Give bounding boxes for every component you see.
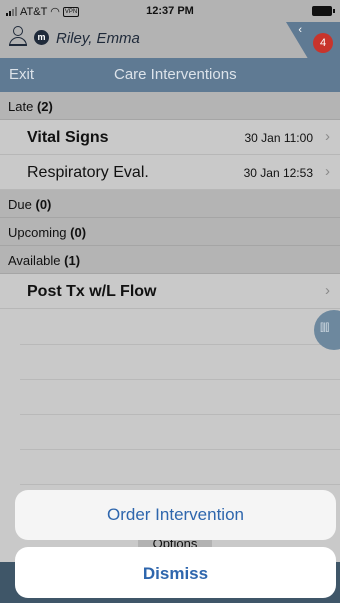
list-item[interactable]: Post Tx w/L Flow ›: [0, 274, 340, 309]
order-intervention-button[interactable]: Order Intervention: [15, 490, 336, 540]
section-count: (2): [36, 99, 53, 114]
section-label: Available: [8, 253, 61, 268]
divider: [20, 344, 340, 345]
patient-bar: m Riley, Emma ‹ 4: [0, 22, 340, 58]
section-late[interactable]: Late (2): [0, 92, 340, 120]
item-date: 30 Jan 11:00: [244, 131, 313, 145]
divider: [20, 484, 340, 485]
exit-button[interactable]: Exit: [9, 66, 34, 83]
section-count: (1): [64, 253, 81, 268]
chevron-right-icon: ›: [325, 128, 330, 145]
item-label: Post Tx w/L Flow: [27, 283, 157, 300]
person-icon[interactable]: [8, 26, 28, 48]
status-time: 12:37 PM: [146, 5, 194, 17]
chevron-left-icon[interactable]: ‹: [298, 24, 302, 36]
item-date: 30 Jan 12:53: [243, 166, 313, 180]
chevron-right-icon: ›: [325, 163, 330, 180]
section-available[interactable]: Available (1): [0, 246, 340, 274]
divider: [20, 379, 340, 380]
section-label: Late: [8, 99, 34, 114]
divider: [20, 414, 340, 415]
nav-bar: Exit Care Interventions: [0, 58, 340, 92]
item-label: Respiratory Eval.: [27, 164, 149, 181]
section-due[interactable]: Due (0): [0, 190, 340, 218]
list-item[interactable]: Vital Signs 30 Jan 11:00 ›: [0, 120, 340, 155]
section-label: Upcoming: [8, 225, 67, 240]
list-item[interactable]: Respiratory Eval. 30 Jan 12:53 ›: [0, 155, 340, 190]
battery-icon: [312, 6, 335, 16]
patient-name[interactable]: Riley, Emma: [56, 30, 140, 47]
section-upcoming[interactable]: Upcoming (0): [0, 218, 340, 246]
patient-badge: m: [34, 30, 49, 45]
notification-badge[interactable]: 4: [313, 33, 333, 53]
section-count: (0): [70, 225, 87, 240]
page-title: Care Interventions: [114, 66, 237, 83]
section-label: Due: [8, 197, 32, 212]
dismiss-button[interactable]: Dismiss: [15, 547, 336, 598]
section-count: (0): [35, 197, 52, 212]
item-label: Vital Signs: [27, 129, 109, 146]
barcode-icon: [|||]: [320, 322, 329, 333]
divider: [20, 449, 340, 450]
chevron-right-icon: ›: [325, 282, 330, 299]
status-bar: AT&T ◠ VPN 12:37 PM: [0, 0, 340, 22]
